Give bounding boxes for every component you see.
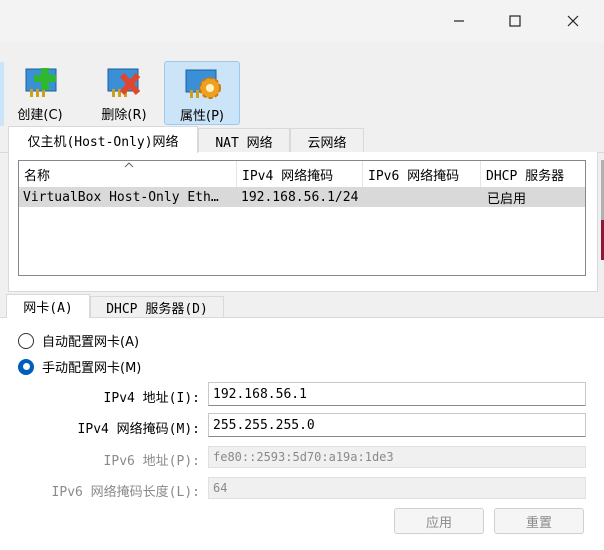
properties-button[interactable]: 属性(P) <box>164 61 240 125</box>
maximize-icon <box>509 15 521 27</box>
column-header-dhcp[interactable]: DHCP 服务器 <box>481 161 585 187</box>
column-header-ipv6[interactable]: IPv6 网络掩码 <box>363 161 481 187</box>
close-button[interactable] <box>544 0 602 42</box>
ipv6-address-input: fe80::2593:5d70:a19a:1de3 <box>208 446 586 468</box>
minimize-button[interactable] <box>430 0 488 42</box>
cell-dhcp: 已启用 <box>487 191 527 207</box>
network-properties-icon <box>185 69 221 99</box>
auto-config-radio[interactable] <box>18 332 34 349</box>
delete-button[interactable]: 删除(R) <box>86 61 162 125</box>
close-icon <box>567 15 579 27</box>
ipv6-prefix-input: 64 <box>208 477 586 499</box>
column-header-ipv4-label: IPv4 网络掩码 <box>242 168 334 184</box>
manual-config-radio[interactable] <box>18 358 34 375</box>
properties-label: 属性(P) <box>180 109 224 124</box>
tab-nat-label: NAT 网络 <box>215 136 273 151</box>
tab-dhcp-server[interactable]: DHCP 服务器(D) <box>90 296 224 318</box>
auto-config-option[interactable]: 自动配置网卡(A) <box>18 331 139 350</box>
tab-cloud[interactable]: 云网络 <box>290 128 364 154</box>
cell-name: VirtualBox Host-Only Eth… <box>23 189 219 205</box>
column-header-dhcp-label: DHCP 服务器 <box>486 168 565 184</box>
ipv4-address-input[interactable]: 192.168.56.1 <box>208 382 586 406</box>
delete-label: 删除(R) <box>101 108 147 123</box>
ipv6-address-label: IPv6 地址(P): <box>103 454 200 469</box>
column-header-ipv6-label: IPv6 网络掩码 <box>368 168 460 184</box>
column-header-name[interactable]: 名称 <box>19 161 237 187</box>
apply-button[interactable]: 应用 <box>394 508 484 534</box>
auto-config-label: 自动配置网卡(A) <box>42 335 140 350</box>
tab-adapter-label: 网卡(A) <box>23 301 73 316</box>
tab-host-only-label: 仅主机(Host-Only)网络 <box>27 134 179 150</box>
tab-host-only[interactable]: 仅主机(Host-Only)网络 <box>8 126 198 153</box>
column-header-ipv4[interactable]: IPv4 网络掩码 <box>237 161 363 187</box>
table-row[interactable]: VirtualBox Host-Only Eth… 192.168.56.1/2… <box>19 187 585 207</box>
ipv4-mask-label: IPv4 网络掩码(M): <box>77 422 200 437</box>
create-button[interactable]: 创建(C) <box>2 61 78 125</box>
maximize-button[interactable] <box>486 0 544 42</box>
tab-dhcp-server-label: DHCP 服务器(D) <box>106 302 208 317</box>
ipv4-address-label: IPv4 地址(I): <box>103 391 200 406</box>
ipv6-prefix-label: IPv6 网络掩码长度(L): <box>51 485 200 500</box>
cell-ipv4-mask: 192.168.56.1/24 <box>241 189 359 205</box>
sort-ascending-icon <box>124 162 134 168</box>
manual-config-option[interactable]: 手动配置网卡(M) <box>18 357 141 376</box>
cell-ipv6-mask <box>363 187 481 207</box>
tab-cloud-label: 云网络 <box>307 136 347 151</box>
network-table[interactable]: 名称 IPv4 网络掩码 IPv6 网络掩码 DHCP 服务器 VirtualB… <box>18 160 586 276</box>
create-label: 创建(C) <box>17 108 63 123</box>
reset-button[interactable]: 重置 <box>494 508 584 534</box>
network-add-icon <box>25 68 57 97</box>
tab-adapter[interactable]: 网卡(A) <box>6 294 90 318</box>
ipv4-mask-input[interactable]: 255.255.255.0 <box>208 413 586 437</box>
tab-nat[interactable]: NAT 网络 <box>198 128 290 154</box>
minimize-icon <box>454 20 464 22</box>
manual-config-label: 手动配置网卡(M) <box>42 361 142 376</box>
network-remove-icon <box>107 68 141 97</box>
column-header-name-label: 名称 <box>24 168 51 184</box>
